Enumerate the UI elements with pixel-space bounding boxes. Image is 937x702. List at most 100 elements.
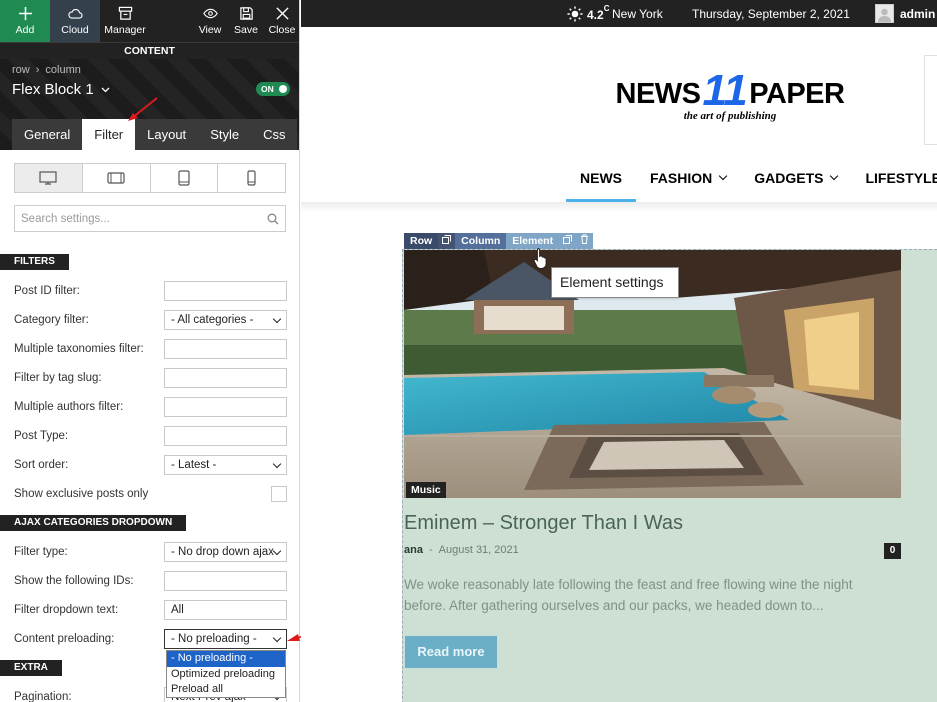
chevron-down-icon	[718, 171, 728, 181]
post-date: August 31, 2021	[438, 544, 519, 556]
save-button[interactable]: Save	[230, 0, 262, 42]
nav-item-news[interactable]: NEWS	[566, 158, 636, 202]
tab-general[interactable]: General	[12, 119, 83, 150]
flex-block-element[interactable]: Music Eminem – Stronger Than I Was ana -…	[402, 249, 937, 702]
content-preloading-select[interactable]: - No preloading -	[164, 629, 287, 649]
filter-type-select[interactable]: - No drop down ajax	[164, 542, 287, 562]
on-toggle[interactable]: ON	[256, 82, 290, 96]
preload-option-all[interactable]: Preload all	[167, 682, 285, 698]
post-title[interactable]: Eminem – Stronger Than I Was	[404, 512, 683, 535]
user-menu[interactable]: admin	[875, 4, 935, 23]
read-more-button[interactable]: Read more	[405, 636, 497, 668]
save-icon	[239, 7, 253, 20]
device-tablet-portrait[interactable]	[150, 164, 219, 192]
content-heading: CONTENT	[0, 42, 299, 59]
logo-left: NEWS	[615, 78, 702, 110]
logo-number: 11	[702, 65, 748, 115]
dropdown-text-input[interactable]: All	[164, 600, 287, 620]
builder-column-button[interactable]: Column	[455, 233, 507, 249]
weather-widget: 4.2C	[567, 3, 610, 22]
dropdown-text-row: Filter dropdown text: All	[14, 600, 287, 620]
breadcrumb-row[interactable]: row	[12, 64, 30, 76]
editor-panel: Add Cloud Manager View Save Close CONTEN…	[0, 0, 300, 702]
builder-row-button[interactable]: Row	[404, 233, 439, 249]
nav-item-label: LIFESTYLE	[865, 170, 937, 186]
delete-element-icon[interactable]	[576, 233, 594, 249]
section-ajax-dropdown: AJAX CATEGORIES DROPDOWN	[0, 515, 187, 531]
tag-slug-filter-row: Filter by tag slug:	[14, 368, 287, 388]
authors-filter-input[interactable]	[164, 397, 287, 417]
comment-count-badge[interactable]: 0	[884, 543, 901, 559]
logo-wordmark: NEWS 11 PAPER	[605, 65, 855, 115]
duplicate-element-icon[interactable]	[559, 233, 577, 249]
cloud-label: Cloud	[61, 24, 89, 36]
weather-temp: 4.2C	[587, 3, 610, 22]
pagination-label: Pagination:	[14, 691, 72, 702]
top-bar: 4.2C New York Thursday, September 2, 202…	[301, 0, 937, 27]
nav-shadow	[301, 202, 937, 212]
post-id-filter-row: Post ID filter:	[14, 281, 287, 301]
close-button[interactable]: Close	[266, 0, 298, 42]
search-settings	[14, 205, 286, 232]
post-id-filter-input[interactable]	[164, 281, 287, 301]
nav-item-fashion[interactable]: FASHION	[636, 158, 740, 202]
post-category-badge[interactable]: Music	[406, 482, 446, 498]
duplicate-row-icon[interactable]	[438, 233, 456, 249]
post-id-filter-label: Post ID filter:	[14, 285, 80, 297]
filter-type-row: Filter type: - No drop down ajax	[14, 542, 287, 562]
breadcrumb: row › column	[12, 64, 81, 76]
manager-button[interactable]: Manager	[100, 0, 150, 42]
phone-icon	[247, 170, 256, 186]
content-preloading-label: Content preloading:	[14, 633, 115, 645]
show-ids-input[interactable]	[164, 571, 287, 591]
preloading-dropdown-list: - No preloading - Optimized preloading P…	[166, 650, 286, 698]
close-icon	[275, 7, 289, 20]
breadcrumb-separator: ›	[35, 64, 40, 76]
post-type-input[interactable]	[164, 426, 287, 446]
nav-item-label: FASHION	[650, 170, 713, 186]
logo-right: PAPER	[749, 78, 845, 110]
post-type-label: Post Type:	[14, 430, 69, 442]
weather-city: New York	[612, 7, 663, 21]
chevron-down-icon	[101, 87, 110, 92]
post-author[interactable]: ana	[404, 544, 423, 556]
meta-separator: -	[428, 544, 433, 556]
exclusive-posts-label: Show exclusive posts only	[14, 488, 149, 500]
exclusive-posts-checkbox[interactable]	[271, 486, 287, 502]
eye-icon	[202, 8, 218, 19]
add-button[interactable]: Add	[0, 0, 50, 42]
post-excerpt: We woke reasonably late following the fe…	[404, 577, 853, 613]
preload-option-optimized[interactable]: Optimized preloading	[167, 667, 285, 683]
hand-cursor-icon	[533, 248, 547, 269]
sort-order-select[interactable]: - Latest -	[164, 455, 287, 475]
search-input[interactable]	[21, 212, 267, 225]
device-selector	[14, 163, 286, 193]
close-label: Close	[268, 24, 296, 36]
show-ids-label: Show the following IDs:	[14, 575, 134, 587]
device-phone[interactable]	[218, 164, 285, 192]
taxonomies-filter-input[interactable]	[164, 339, 287, 359]
category-filter-select[interactable]: - All categories -	[164, 310, 287, 330]
cloud-button[interactable]: Cloud	[50, 0, 100, 42]
post-meta: ana - August 31, 2021	[404, 544, 519, 556]
device-desktop[interactable]	[15, 164, 83, 192]
block-title[interactable]: Flex Block 1	[12, 81, 110, 98]
tab-css[interactable]: Css	[251, 119, 298, 150]
site-logo[interactable]: NEWS 11 PAPER the art of publishing	[605, 65, 855, 122]
tab-style[interactable]: Style	[198, 119, 252, 150]
section-filters: FILTERS	[0, 254, 69, 270]
taxonomies-filter-row: Multiple taxonomies filter:	[14, 339, 287, 359]
nav-item-gadgets[interactable]: GADGETS	[740, 158, 851, 202]
preload-option-none[interactable]: - No preloading -	[167, 651, 285, 667]
chevron-down-icon	[830, 171, 839, 181]
tag-slug-filter-input[interactable]	[164, 368, 287, 388]
manager-icon	[118, 6, 132, 20]
breadcrumb-column[interactable]: column	[45, 64, 80, 76]
desktop-icon	[39, 171, 57, 185]
nav-item-lifestyle[interactable]: LIFESTYLE	[851, 158, 937, 202]
device-tablet-landscape[interactable]	[82, 164, 151, 192]
post-type-row: Post Type:	[14, 426, 287, 446]
cloud-icon	[67, 9, 83, 19]
view-button[interactable]: View	[194, 0, 226, 42]
save-label: Save	[234, 24, 258, 36]
